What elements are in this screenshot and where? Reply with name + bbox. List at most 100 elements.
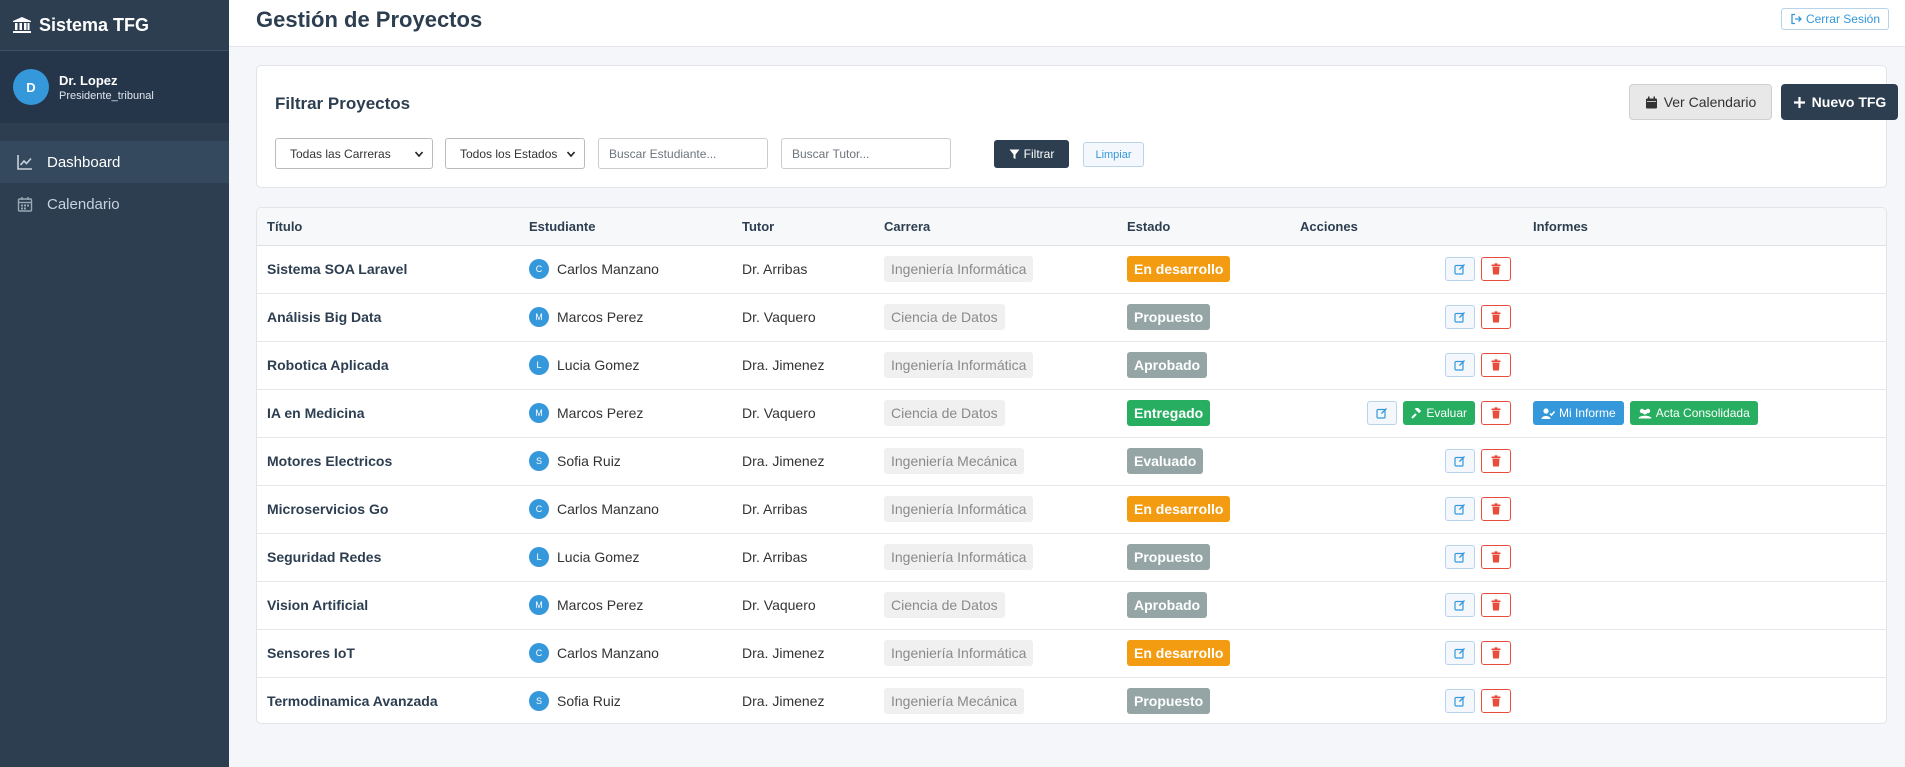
sidebar-item-label: Dashboard [47, 153, 121, 171]
trash-icon [1490, 551, 1502, 563]
delete-button[interactable] [1481, 353, 1511, 377]
cell-acciones [1290, 437, 1523, 485]
plus-icon [1793, 96, 1806, 109]
edit-icon [1454, 311, 1466, 323]
carrera-tag: Ingeniería Informática [884, 352, 1034, 378]
table-row[interactable]: Motores Electricos S Sofia Ruiz Dra. Jimene… [257, 437, 1886, 485]
table-row[interactable]: Sensores IoT C Carlos Manzano Dra. Jimenez I… [257, 629, 1886, 677]
cell-carrera: Ingeniería Informática [874, 533, 1117, 581]
evaluate-label: Evaluar [1426, 406, 1467, 420]
cell-informes [1523, 677, 1886, 723]
edit-button[interactable] [1445, 449, 1475, 473]
delete-button[interactable] [1481, 545, 1511, 569]
sidebar-item-label: Calendario [47, 195, 120, 213]
cell-tutor: Dr. Vaquero [742, 309, 816, 325]
edit-button[interactable] [1445, 257, 1475, 281]
sidebar-item-calendario[interactable]: Calendario [0, 183, 229, 225]
table-row[interactable]: Sistema SOA Laravel C Carlos Manzano Dr. Ar… [257, 245, 1886, 293]
table-header-row: Título Estudiante Tutor Carrera Estado A… [257, 208, 1886, 246]
student-name: Carlos Manzano [557, 261, 659, 277]
chevron-down-icon [414, 151, 424, 158]
consolidated-report-button[interactable]: Acta Consolidada [1629, 401, 1758, 425]
delete-button[interactable] [1481, 497, 1511, 521]
status-badge: Aprobado [1127, 352, 1208, 378]
cell-titulo: Sistema SOA Laravel [267, 261, 408, 277]
student-name: Lucia Gomez [557, 357, 640, 373]
edit-button[interactable] [1445, 545, 1475, 569]
edit-icon [1454, 359, 1466, 371]
table-row[interactable]: Vision Artificial M Marcos Perez Dr. Vaquer… [257, 581, 1886, 629]
tutor-search-input[interactable] [781, 138, 951, 169]
edit-button[interactable] [1445, 689, 1475, 714]
view-calendar-button[interactable]: Ver Calendario [1629, 84, 1772, 120]
sidebar: Sistema TFG D Dr. Lopez Presidente_tribu… [0, 0, 229, 767]
student-search-input[interactable] [598, 138, 768, 169]
delete-button[interactable] [1481, 641, 1511, 665]
student-name: Carlos Manzano [557, 501, 659, 517]
trash-icon [1490, 647, 1502, 659]
cell-estudiante: S Sofia Ruiz [519, 677, 732, 723]
cell-informes [1523, 341, 1886, 389]
delete-button[interactable] [1481, 593, 1511, 617]
col-header-carrera[interactable]: Carrera [874, 208, 1117, 246]
col-header-tutor[interactable]: Tutor [732, 208, 874, 246]
edit-button[interactable] [1445, 497, 1475, 521]
table-row[interactable]: IA en Medicina M Marcos Perez Dr. Vaquero Ci… [257, 389, 1886, 437]
edit-button[interactable] [1445, 641, 1475, 665]
delete-button[interactable] [1481, 449, 1511, 473]
chart-line-icon [17, 154, 33, 170]
cell-tutor: Dr. Vaquero [742, 405, 816, 421]
new-tfg-button[interactable]: Nuevo TFG [1781, 84, 1898, 120]
edit-icon [1454, 551, 1466, 563]
cell-estudiante: C Carlos Manzano [519, 629, 732, 677]
cell-titulo: Vision Artificial [267, 597, 369, 613]
projects-table: Título Estudiante Tutor Carrera Estado A… [257, 208, 1886, 723]
delete-button[interactable] [1481, 305, 1511, 329]
delete-button[interactable] [1481, 257, 1511, 281]
logout-label: Cerrar Sesión [1805, 12, 1880, 26]
edit-button[interactable] [1367, 401, 1398, 425]
table-row[interactable]: Seguridad Redes L Lucia Gomez Dr. Arribas In… [257, 533, 1886, 581]
student-name: Carlos Manzano [557, 645, 659, 661]
cell-informes [1523, 245, 1886, 293]
clear-button[interactable]: Limpiar [1083, 142, 1144, 167]
logout-button[interactable]: Cerrar Sesión [1780, 8, 1889, 30]
cell-informes: Mi Informe Acta Consolidada [1523, 389, 1886, 437]
table-row[interactable]: Termodinamica Avanzada S Sofia Ruiz Dra. Ji… [257, 677, 1886, 723]
cell-estudiante: M Marcos Perez [519, 389, 732, 437]
edit-button[interactable] [1445, 593, 1475, 617]
col-header-estado[interactable]: Estado [1117, 208, 1290, 246]
table-row[interactable]: Robotica Aplicada L Lucia Gomez Dra. Jimene… [257, 341, 1886, 389]
status-select[interactable]: Todos los Estados [445, 138, 585, 169]
edit-button[interactable] [1445, 305, 1475, 329]
edit-button[interactable] [1445, 353, 1475, 377]
student-avatar: C [529, 259, 549, 279]
cell-informes [1523, 485, 1886, 533]
sidebar-item-dashboard[interactable]: Dashboard [0, 141, 229, 183]
filter-title: Filtrar Proyectos [275, 94, 411, 113]
edit-icon [1454, 695, 1466, 707]
carrera-tag: Ciencia de Datos [884, 400, 1005, 426]
evaluate-button[interactable]: Evaluar [1403, 401, 1475, 425]
my-report-button[interactable]: Mi Informe [1533, 401, 1624, 425]
filter-button[interactable]: Filtrar [994, 140, 1069, 168]
cell-estado: Evaluado [1117, 437, 1290, 485]
filter-card: Filtrar Proyectos Ver Calendario Nuevo T… [256, 65, 1898, 188]
delete-button[interactable] [1481, 689, 1511, 714]
carrera-tag: Ingeniería Informática [884, 640, 1034, 666]
edit-icon [1454, 263, 1466, 275]
col-header-estudiante[interactable]: Estudiante [519, 208, 732, 246]
cell-tutor: Dra. Jimenez [742, 453, 825, 469]
cell-acciones [1290, 341, 1523, 389]
status-badge: Evaluado [1127, 448, 1204, 474]
delete-button[interactable] [1481, 401, 1511, 425]
table-row[interactable]: Microservicios Go C Carlos Manzano Dr. Arri… [257, 485, 1886, 533]
student-name: Marcos Perez [557, 309, 644, 325]
brand[interactable]: Sistema TFG [0, 0, 229, 51]
col-header-informes: Informes [1523, 208, 1886, 246]
trash-icon [1490, 455, 1502, 467]
career-select[interactable]: Todas las Carreras [275, 138, 433, 169]
col-header-titulo[interactable]: Título [257, 208, 519, 246]
student-avatar: M [529, 595, 549, 615]
table-row[interactable]: Análisis Big Data M Marcos Perez Dr. Vaquer… [257, 293, 1886, 341]
